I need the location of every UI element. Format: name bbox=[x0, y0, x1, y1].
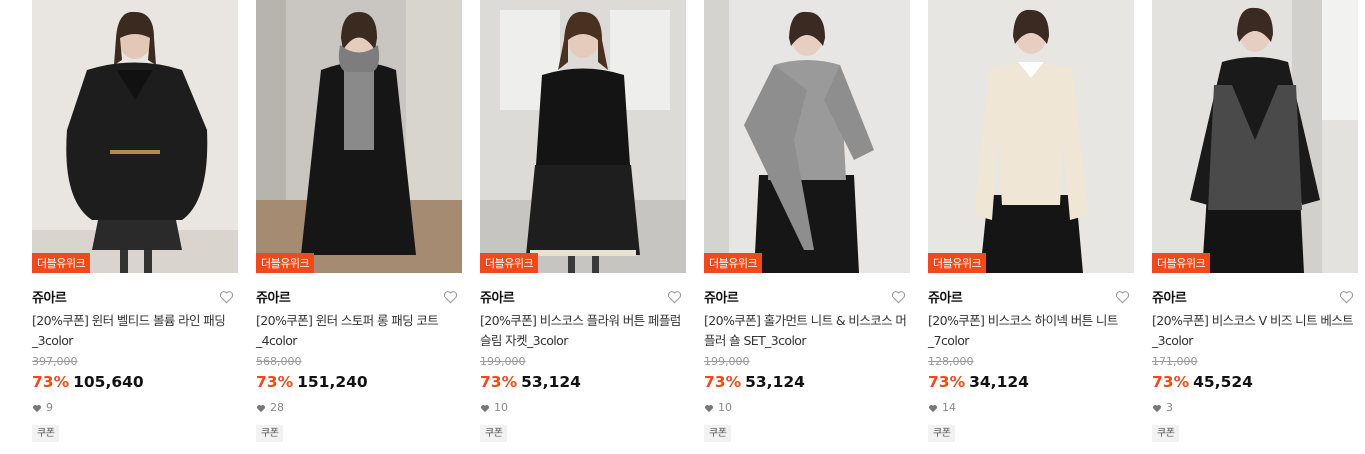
sale-price: 151,240 bbox=[297, 373, 368, 391]
product-image[interactable]: 더블유위크 bbox=[32, 0, 238, 273]
coupon-badge: 쿠폰 bbox=[1152, 425, 1180, 442]
heart-outline-icon[interactable] bbox=[891, 290, 906, 304]
sale-price: 45,524 bbox=[1193, 373, 1253, 391]
heart-filled-icon bbox=[257, 404, 265, 412]
product-card[interactable]: 더블유위크 쥬아르 [20%쿠폰] 윈터 스토퍼 롱 패딩 코트_4color … bbox=[256, 0, 462, 442]
product-image[interactable]: 더블유위크 bbox=[704, 0, 910, 273]
heart-outline-icon[interactable] bbox=[1339, 290, 1354, 304]
like-count-value: 10 bbox=[718, 401, 732, 414]
product-name[interactable]: [20%쿠폰] 홀가먼트 니트 & 비스코스 머플러 숄 SET_3color bbox=[704, 311, 910, 351]
heart-outline-icon[interactable] bbox=[1115, 290, 1130, 304]
sale-price: 34,124 bbox=[969, 373, 1029, 391]
discount-rate: 73% bbox=[928, 373, 966, 391]
brand-row: 쥬아르 bbox=[32, 287, 238, 309]
brand-row: 쥬아르 bbox=[256, 287, 462, 309]
brand-name[interactable]: 쥬아르 bbox=[704, 291, 739, 306]
promo-badge: 더블유위크 bbox=[480, 253, 539, 273]
promo-badge: 더블유위크 bbox=[928, 253, 987, 273]
like-count-value: 10 bbox=[494, 401, 508, 414]
heart-outline-icon[interactable] bbox=[667, 290, 682, 304]
like-count: 10 bbox=[480, 401, 686, 415]
promo-badge: 더블유위크 bbox=[32, 253, 91, 273]
original-price: 199,000 bbox=[480, 355, 526, 368]
heart-outline-icon[interactable] bbox=[219, 290, 234, 304]
product-photo bbox=[32, 0, 238, 273]
brand-row: 쥬아르 bbox=[480, 287, 686, 309]
like-count-value: 9 bbox=[46, 401, 53, 414]
coupon-badge: 쿠폰 bbox=[256, 425, 284, 442]
coupon-badge: 쿠폰 bbox=[928, 425, 956, 442]
product-name[interactable]: [20%쿠폰] 비스코스 플라워 버튼 페플럼 슬림 자켓_3color bbox=[480, 311, 686, 351]
brand-row: 쥬아르 bbox=[704, 287, 910, 309]
product-photo bbox=[256, 0, 462, 273]
like-count-value: 3 bbox=[1166, 401, 1173, 414]
sale-price: 53,124 bbox=[521, 373, 581, 391]
product-photo bbox=[1152, 0, 1358, 273]
product-name[interactable]: [20%쿠폰] 비스코스 V 비즈 니트 베스트_3color bbox=[1152, 311, 1358, 351]
price-row: 73% 105,640 bbox=[32, 372, 238, 392]
promo-badge: 더블유위크 bbox=[256, 253, 315, 273]
sale-price: 105,640 bbox=[73, 373, 144, 391]
heart-filled-icon bbox=[705, 404, 713, 412]
product-image[interactable]: 더블유위크 bbox=[928, 0, 1134, 273]
product-photo bbox=[928, 0, 1134, 273]
product-photo bbox=[704, 0, 910, 273]
promo-badge: 더블유위크 bbox=[1152, 253, 1211, 273]
discount-rate: 73% bbox=[32, 373, 70, 391]
discount-rate: 73% bbox=[704, 373, 742, 391]
product-image[interactable]: 더블유위크 bbox=[256, 0, 462, 273]
like-count: 28 bbox=[256, 401, 462, 415]
product-image[interactable]: 더블유위크 bbox=[480, 0, 686, 273]
coupon-badge: 쿠폰 bbox=[32, 425, 60, 442]
price-row: 73% 151,240 bbox=[256, 372, 462, 392]
brand-name[interactable]: 쥬아르 bbox=[256, 291, 291, 306]
brand-name[interactable]: 쥬아르 bbox=[1152, 291, 1187, 306]
product-photo bbox=[480, 0, 686, 273]
heart-filled-icon bbox=[1153, 404, 1161, 412]
discount-rate: 73% bbox=[256, 373, 294, 391]
product-grid: 더블유위크 쥬아르 [20%쿠폰] 윈터 벨티드 볼륨 라인 패딩_3color… bbox=[0, 0, 1365, 454]
heart-filled-icon bbox=[481, 404, 489, 412]
original-price: 128,000 bbox=[928, 355, 974, 368]
product-name[interactable]: [20%쿠폰] 윈터 벨티드 볼륨 라인 패딩_3color bbox=[32, 311, 238, 351]
product-name[interactable]: [20%쿠폰] 비스코스 하이넥 버튼 니트_7color bbox=[928, 311, 1134, 351]
price-row: 73% 34,124 bbox=[928, 372, 1134, 392]
coupon-badge: 쿠폰 bbox=[704, 425, 732, 442]
like-count-value: 14 bbox=[942, 401, 956, 414]
product-card[interactable]: 더블유위크 쥬아르 [20%쿠폰] 비스코스 V 비즈 니트 베스트_3colo… bbox=[1152, 0, 1358, 442]
like-count: 10 bbox=[704, 401, 910, 415]
price-row: 73% 45,524 bbox=[1152, 372, 1358, 392]
product-card[interactable]: 더블유위크 쥬아르 [20%쿠폰] 비스코스 플라워 버튼 페플럼 슬림 자켓_… bbox=[480, 0, 686, 442]
like-count: 3 bbox=[1152, 401, 1358, 415]
sale-price: 53,124 bbox=[745, 373, 805, 391]
brand-name[interactable]: 쥬아르 bbox=[480, 291, 515, 306]
heart-filled-icon bbox=[929, 404, 937, 412]
heart-outline-icon[interactable] bbox=[443, 290, 458, 304]
product-image[interactable]: 더블유위크 bbox=[1152, 0, 1358, 273]
like-count: 14 bbox=[928, 401, 1134, 415]
original-price: 397,000 bbox=[32, 355, 78, 368]
discount-rate: 73% bbox=[1152, 373, 1190, 391]
like-count-value: 28 bbox=[270, 401, 284, 414]
brand-row: 쥬아르 bbox=[928, 287, 1134, 309]
discount-rate: 73% bbox=[480, 373, 518, 391]
product-card[interactable]: 더블유위크 쥬아르 [20%쿠폰] 홀가먼트 니트 & 비스코스 머플러 숄 S… bbox=[704, 0, 910, 442]
price-row: 73% 53,124 bbox=[704, 372, 910, 392]
price-row: 73% 53,124 bbox=[480, 372, 686, 392]
original-price: 568,000 bbox=[256, 355, 302, 368]
brand-name[interactable]: 쥬아르 bbox=[928, 291, 963, 306]
promo-badge: 더블유위크 bbox=[704, 253, 763, 273]
coupon-badge: 쿠폰 bbox=[480, 425, 508, 442]
like-count: 9 bbox=[32, 401, 238, 415]
original-price: 199,000 bbox=[704, 355, 750, 368]
product-card[interactable]: 더블유위크 쥬아르 [20%쿠폰] 비스코스 하이넥 버튼 니트_7color … bbox=[928, 0, 1134, 442]
heart-filled-icon bbox=[33, 404, 41, 412]
brand-row: 쥬아르 bbox=[1152, 287, 1358, 309]
product-name[interactable]: [20%쿠폰] 윈터 스토퍼 롱 패딩 코트_4color bbox=[256, 311, 462, 351]
original-price: 171,000 bbox=[1152, 355, 1198, 368]
product-card[interactable]: 더블유위크 쥬아르 [20%쿠폰] 윈터 벨티드 볼륨 라인 패딩_3color… bbox=[32, 0, 238, 442]
brand-name[interactable]: 쥬아르 bbox=[32, 291, 67, 306]
